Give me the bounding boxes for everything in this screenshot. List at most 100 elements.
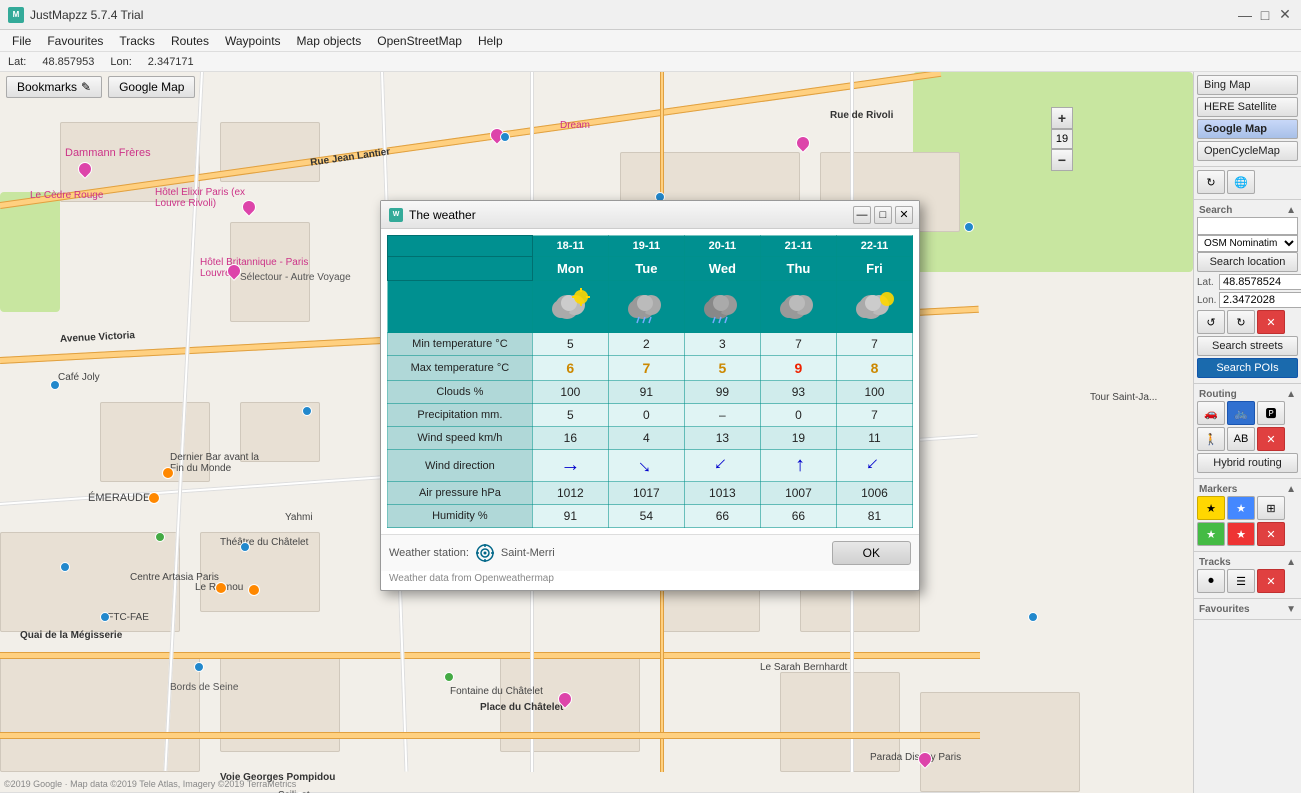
day-header-wed: Wed [684,257,760,281]
weather-icons-row [388,281,913,333]
pressure-wed: 1013 [684,482,760,505]
search-input[interactable] [1197,217,1298,235]
pressure-thu: 1007 [760,482,836,505]
zoom-out-button[interactable]: − [1051,149,1073,171]
bookmarks-button[interactable]: Bookmarks ✎ [6,76,102,98]
menu-tracks[interactable]: Tracks [111,32,163,50]
track-record-button[interactable]: ⏺ [1197,569,1225,593]
google-map-type-button[interactable]: Google Map [1197,119,1298,139]
minimize-button[interactable]: — [1237,7,1253,23]
wind-speed-fri: 11 [836,427,912,450]
markers-expand-icon[interactable]: ▲ [1286,484,1296,495]
routing-car-icon[interactable]: 🚗 [1197,401,1225,425]
refresh-button[interactable]: ↻ [1197,170,1225,194]
humidity-mon: 91 [532,505,608,528]
weather-maximize-button[interactable]: □ [874,206,892,224]
date-header-1: 18-11 [532,236,608,257]
zoom-in-button[interactable]: + [1051,107,1073,129]
menu-openstreetmap[interactable]: OpenStreetMap [369,32,470,50]
poi-marker-16 [194,662,204,672]
weather-minimize-button[interactable]: — [853,206,871,224]
routing-bike-icon[interactable]: 🚲 [1227,401,1255,425]
track-list-button[interactable]: ☰ [1227,569,1255,593]
label-emeraude: ÉMERAUDE [88,492,150,504]
clear-coords-button[interactable]: ✕ [1257,310,1285,334]
weather-max-temp-row: Max temperature °C 6 7 5 9 8 [388,356,913,381]
tracks-expand-icon[interactable]: ▲ [1286,557,1296,568]
lat-value: 48.857953 [42,56,94,68]
label-sarah: Le Sarah Bernhardt [760,662,847,673]
marker-red[interactable]: ★ [1227,522,1255,546]
here-satellite-button[interactable]: HERE Satellite [1197,97,1298,117]
menu-favourites[interactable]: Favourites [39,32,111,50]
poi-marker-7 [240,542,250,552]
pressure-label: Air pressure hPa [388,482,533,505]
marker-delete[interactable]: ✕ [1257,522,1285,546]
lat-label-rp: Lat. [1197,277,1217,288]
wind-dir-mon: → [532,450,608,482]
menu-waypoints[interactable]: Waypoints [217,32,289,50]
date-header-2: 19-11 [608,236,684,257]
weather-humidity-row: Humidity % 91 54 66 66 81 [388,505,913,528]
go-forward-button[interactable]: ↻ [1227,310,1255,334]
routing-pedestrian-icon[interactable]: 🅿 [1257,401,1285,425]
weather-icon-fri [836,281,912,333]
weather-close-button[interactable]: ✕ [895,206,913,224]
search-section-title: Search [1199,205,1232,216]
globe-button[interactable]: 🌐 [1227,170,1255,194]
menu-file[interactable]: File [4,32,39,50]
label-parada: Parada Disney Paris [870,752,961,763]
routing-walk-icon[interactable]: 🚶 [1197,427,1225,451]
poi-marker-orange-1 [162,467,174,479]
bing-map-button[interactable]: Bing Map [1197,75,1298,95]
date-header-empty [388,236,533,257]
day-header-mon: Mon [532,257,608,281]
ok-button[interactable]: OK [832,541,911,565]
routing-clear-icon[interactable]: ✕ [1257,427,1285,451]
marker-green[interactable]: ★ [1197,522,1225,546]
day-header-thu: Thu [760,257,836,281]
routing-section-title: Routing [1199,389,1237,400]
search-engine-select[interactable]: OSM Nominatim [1197,235,1298,252]
opencyclemap-button[interactable]: OpenCycleMap [1197,141,1298,161]
search-location-button[interactable]: Search location [1197,252,1298,272]
search-expand-icon[interactable]: ▲ [1286,205,1296,216]
menu-mapobjects[interactable]: Map objects [289,32,370,50]
label-avenue-victoria: Avenue Victoria [60,330,136,345]
markers-section: Markers ▲ ★ ★ ⊞ ★ ★ ✕ [1194,479,1301,552]
search-pois-button[interactable]: Search POIs [1197,358,1298,378]
label-place-chatelet: Place du Châtelet [480,702,563,713]
google-map-button[interactable]: Google Map [108,76,195,98]
hybrid-routing-button[interactable]: Hybrid routing [1197,453,1298,473]
marker-yellow[interactable]: ★ [1197,496,1225,520]
poi-marker-orange-2 [148,492,160,504]
precip-tue: 0 [608,404,684,427]
track-delete-button[interactable]: ✕ [1257,569,1285,593]
close-button[interactable]: ✕ [1277,7,1293,23]
poi-marker-4 [50,380,60,390]
menu-help[interactable]: Help [470,32,511,50]
zoom-controls: + 19 − [1051,107,1073,171]
coord-buttons-row: ↺ ↻ ✕ [1197,310,1298,334]
poi-marker-5 [60,562,70,572]
marker-blue[interactable]: ★ [1227,496,1255,520]
poi-marker-14 [1028,612,1038,622]
date-header-3: 20-11 [684,236,760,257]
menu-routes[interactable]: Routes [163,32,217,50]
marker-grid[interactable]: ⊞ [1257,496,1285,520]
icon-row-empty [388,281,533,333]
label-quai: Quai de la Mégisserie [20,630,122,641]
favourites-expand-icon[interactable]: ▼ [1286,604,1296,615]
lon-input[interactable] [1219,292,1301,308]
search-streets-button[interactable]: Search streets [1197,336,1298,356]
wind-arrow-thu: → [787,456,810,476]
lat-input[interactable] [1219,274,1301,290]
weather-pressure-row: Air pressure hPa 1012 1017 1013 1007 100… [388,482,913,505]
day-header-empty [388,257,533,281]
search-section: Search ▲ OSM Nominatim Search location L… [1194,200,1301,384]
label-centre-artasia: Centre Artasia Paris [130,572,219,583]
routing-ab-icon[interactable]: AB [1227,427,1255,451]
routing-expand-icon[interactable]: ▲ [1286,389,1296,400]
go-back-button[interactable]: ↺ [1197,310,1225,334]
maximize-button[interactable]: □ [1257,7,1273,23]
